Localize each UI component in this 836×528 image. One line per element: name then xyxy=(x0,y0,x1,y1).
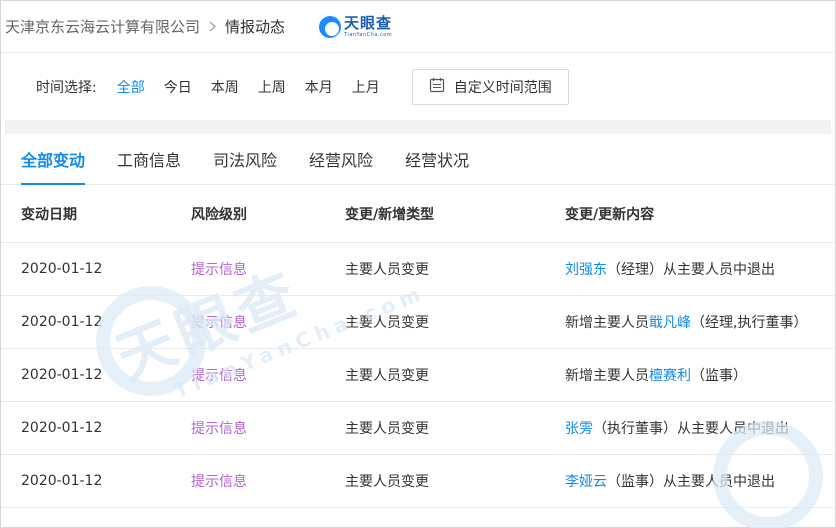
change-content: 张雱（执行董事）从主要人员中退出 xyxy=(545,418,835,438)
tianyancha-logo-icon xyxy=(319,15,342,38)
table-row: 2020-01-12 提示信息 主要人员变更 新增主要人员檀赛利（监事） xyxy=(1,349,835,402)
change-content: 新增主要人员戢凡峰（经理,执行董事） xyxy=(545,312,835,332)
tab-business-info[interactable]: 工商信息 xyxy=(117,147,181,184)
content-suffix: （经理）从主要人员中退出 xyxy=(607,262,775,278)
content-suffix: （经理,执行董事） xyxy=(691,315,808,331)
risk-level: 提示信息 xyxy=(191,474,247,490)
logo-subtext: TianYanCha.com xyxy=(344,31,393,38)
table-header-row: 变动日期 风险级别 变更/新增类型 变更/更新内容 xyxy=(1,185,835,243)
change-type: 主要人员变更 xyxy=(345,474,429,490)
column-header-content: 变更/更新内容 xyxy=(565,206,655,223)
chevron-right-icon xyxy=(209,21,216,32)
person-link[interactable]: 戢凡峰 xyxy=(649,315,691,331)
column-header-date: 变动日期 xyxy=(21,206,77,223)
calendar-icon xyxy=(429,77,454,97)
person-link[interactable]: 李娅云 xyxy=(565,474,607,490)
category-tabs: 全部变动 工商信息 司法风险 经营风险 经营状况 xyxy=(1,134,835,185)
risk-level: 提示信息 xyxy=(191,315,247,331)
time-option-last-month[interactable]: 上月 xyxy=(352,77,380,97)
change-content: 新增主要人员檀赛利（监事） xyxy=(545,365,835,385)
time-option-last-week[interactable]: 上周 xyxy=(258,77,286,97)
time-filter-label: 时间选择: xyxy=(36,79,97,96)
breadcrumb-current: 情报动态 xyxy=(225,18,286,36)
page-header: 天津京东云海云计算有限公司 情报动态 天眼查 TianYanCha.com xyxy=(1,1,835,53)
person-link[interactable]: 张雱 xyxy=(565,421,593,437)
time-option-this-week[interactable]: 本周 xyxy=(211,77,239,97)
time-filter-bar: 时间选择: 全部 今日 本周 上周 本月 上月 自定义时间范围 xyxy=(1,53,835,120)
content-prefix: 新增主要人员 xyxy=(565,368,649,384)
tab-operating-status[interactable]: 经营状况 xyxy=(405,147,469,184)
change-date: 2020-01-12 xyxy=(21,261,103,277)
change-type: 主要人员变更 xyxy=(345,368,429,384)
change-date: 2020-01-12 xyxy=(21,314,103,330)
table-row: 2020-01-12 提示信息 主要人员变更 李娅云（监事）从主要人员中退出 xyxy=(1,455,835,508)
tab-judicial-risk[interactable]: 司法风险 xyxy=(213,147,277,184)
content-prefix: 新增主要人员 xyxy=(565,315,649,331)
tab-operating-risk[interactable]: 经营风险 xyxy=(309,147,373,184)
risk-level: 提示信息 xyxy=(191,368,247,384)
change-type: 主要人员变更 xyxy=(345,421,429,437)
time-option-all[interactable]: 全部 xyxy=(117,77,145,97)
column-header-risk: 风险级别 xyxy=(191,206,247,223)
change-date: 2020-01-12 xyxy=(21,420,103,436)
change-content: 李娅云（监事）从主要人员中退出 xyxy=(545,471,835,491)
content-suffix: （执行董事）从主要人员中退出 xyxy=(593,421,789,437)
change-date: 2020-01-12 xyxy=(21,473,103,489)
time-option-today[interactable]: 今日 xyxy=(164,77,192,97)
tab-all-changes[interactable]: 全部变动 xyxy=(21,147,86,185)
tianyancha-logo: 天眼查 TianYanCha.com xyxy=(319,13,393,38)
content-suffix: （监事） xyxy=(691,368,747,384)
changes-table: 变动日期 风险级别 变更/新增类型 变更/更新内容 2020-01-12 提示信… xyxy=(1,185,835,508)
risk-level: 提示信息 xyxy=(191,421,247,437)
custom-range-button[interactable]: 自定义时间范围 xyxy=(411,68,569,105)
risk-level: 提示信息 xyxy=(191,262,247,278)
table-row: 2020-01-12 提示信息 主要人员变更 新增主要人员戢凡峰（经理,执行董事… xyxy=(1,296,835,349)
content-suffix: （监事）从主要人员中退出 xyxy=(607,474,775,490)
breadcrumb-company[interactable]: 天津京东云海云计算有限公司 xyxy=(5,16,200,37)
column-header-type: 变更/新增类型 xyxy=(345,206,435,223)
change-type: 主要人员变更 xyxy=(345,315,429,331)
person-link[interactable]: 刘强东 xyxy=(565,262,607,278)
change-date: 2020-01-12 xyxy=(21,367,103,383)
custom-range-label: 自定义时间范围 xyxy=(453,79,552,96)
change-type: 主要人员变更 xyxy=(345,262,429,278)
time-option-this-month[interactable]: 本月 xyxy=(305,77,333,97)
section-divider xyxy=(5,120,831,134)
logo-text: 天眼查 xyxy=(344,13,393,32)
table-row: 2020-01-12 提示信息 主要人员变更 刘强东（经理）从主要人员中退出 xyxy=(1,243,835,296)
person-link[interactable]: 檀赛利 xyxy=(649,368,691,384)
table-row: 2020-01-12 提示信息 主要人员变更 张雱（执行董事）从主要人员中退出 xyxy=(1,402,835,455)
change-content: 刘强东（经理）从主要人员中退出 xyxy=(545,259,835,279)
